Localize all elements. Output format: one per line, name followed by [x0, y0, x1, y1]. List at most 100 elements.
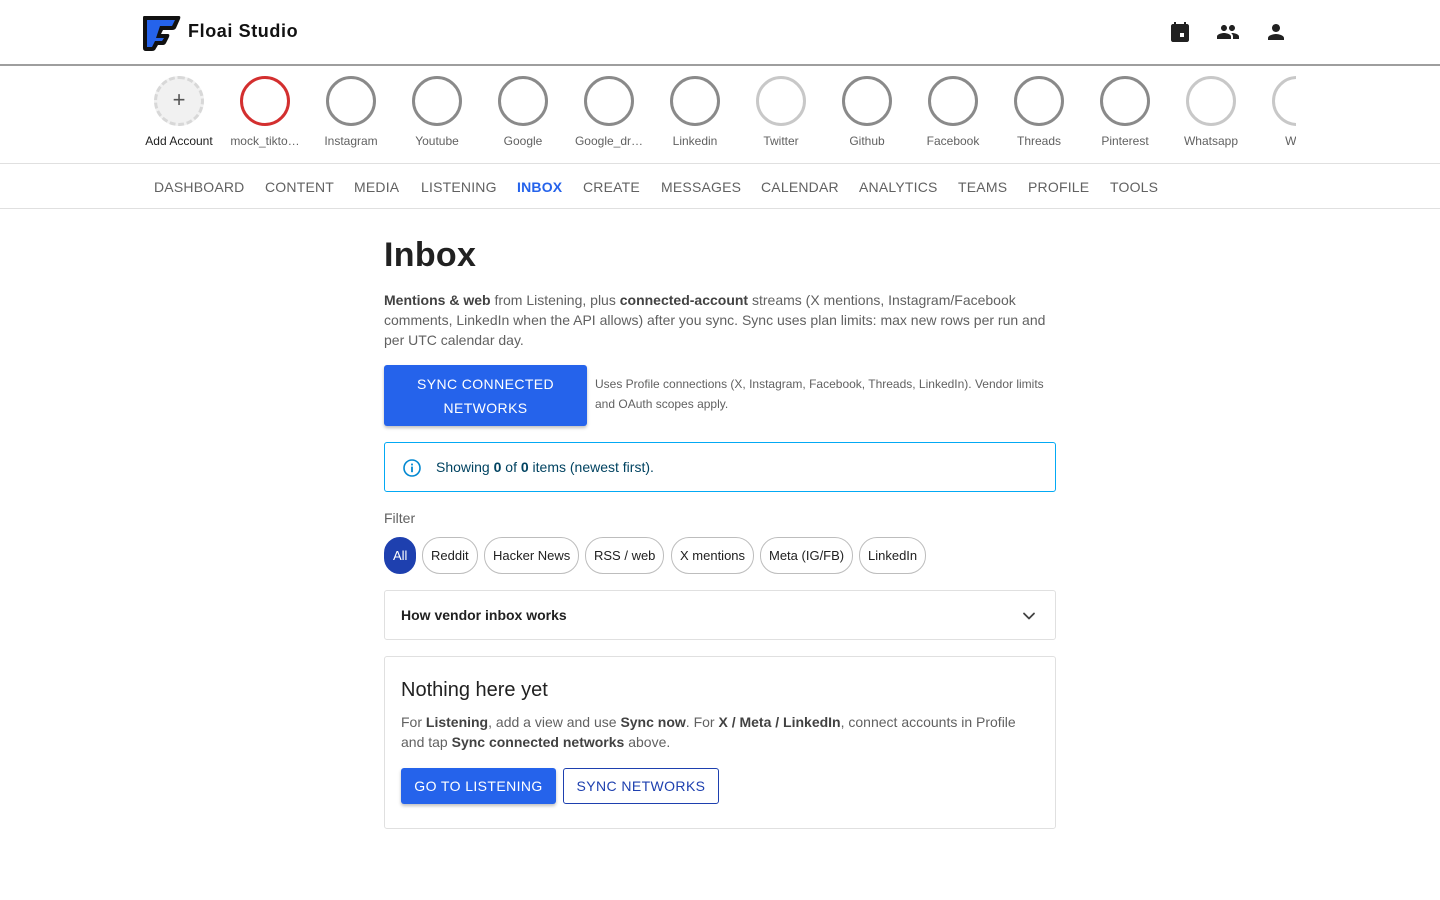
account-avatar[interactable] [240, 76, 290, 126]
account-mock-tiktok[interactable]: mock_tikto… [222, 76, 308, 148]
intro-bold-1: Mentions & web [384, 292, 491, 308]
nav-analytics[interactable]: ANALYTICS [859, 179, 938, 195]
nav-calendar[interactable]: CALENDAR [761, 179, 839, 195]
filter-chip-x-mentions[interactable]: X mentions [671, 537, 755, 574]
filter-chip-hacker-news[interactable]: Hacker News [484, 537, 580, 574]
empty-bold-2: Sync now [620, 714, 686, 730]
nav-tools[interactable]: TOOLS [1110, 179, 1158, 195]
nav-inbox[interactable]: INBOX [517, 179, 562, 195]
account-avatar[interactable] [326, 76, 376, 126]
sync-networks-button[interactable]: SYNC NETWORKS [563, 768, 719, 804]
empty-text-5: above. [624, 734, 671, 750]
go-to-listening-button[interactable]: GO TO LISTENING [401, 768, 556, 804]
account-avatar[interactable] [928, 76, 978, 126]
intro-bold-2: connected-account [619, 292, 749, 308]
account-label: Youtube [415, 134, 459, 148]
account-label: Threads [1016, 134, 1062, 148]
filter-chip-rss-web[interactable]: RSS / web [585, 537, 665, 574]
account-label: Add Account [145, 134, 213, 148]
account-label: Google [503, 134, 543, 148]
account-label: Whatsapp [1183, 134, 1239, 148]
accounts-strip: + Add Account mock_tikto… Instagram Yout… [0, 66, 1440, 164]
empty-state-text: For Listening, add a view and use Sync n… [401, 712, 1041, 752]
account-label: Google_dr… [574, 134, 644, 148]
filter-chip-meta[interactable]: Meta (IG/FB) [760, 537, 854, 574]
account-linkedin[interactable]: Linkedin [652, 76, 738, 148]
chevron-down-icon[interactable] [1021, 608, 1037, 624]
nav-media[interactable]: MEDIA [354, 179, 399, 195]
nav-content[interactable]: CONTENT [265, 179, 334, 195]
account-whatsapp[interactable]: Whatsapp [1168, 76, 1254, 148]
nav-teams[interactable]: TEAMS [958, 179, 1007, 195]
page-intro: Mentions & web from Listening, plus conn… [384, 290, 1056, 350]
account-label: Linkedin [672, 134, 718, 148]
main-nav: DASHBOARD CONTENT MEDIA LISTENING INBOX … [0, 164, 1440, 209]
account-avatar[interactable] [1014, 76, 1064, 126]
account-avatar[interactable] [584, 76, 634, 126]
add-account-button[interactable]: + Add Account [136, 76, 222, 148]
empty-text-2: , add a view and use [488, 714, 621, 730]
account-google-drive[interactable]: Google_dr… [566, 76, 652, 148]
account-avatar[interactable] [412, 76, 462, 126]
alert-suffix: items (newest first). [528, 459, 654, 475]
account-label: Wec [1285, 134, 1296, 148]
account-youtube[interactable]: Youtube [394, 76, 480, 148]
alert-mid: of [501, 459, 521, 475]
account-label: Twitter [763, 134, 799, 148]
info-icon [403, 459, 421, 477]
account-avatar[interactable] [498, 76, 548, 126]
alert-prefix: Showing [436, 459, 494, 475]
empty-bold-1: Listening [425, 714, 489, 730]
nav-create[interactable]: CREATE [583, 179, 640, 195]
items-count-text: Showing 0 of 0 items (newest first). [436, 459, 654, 475]
intro-text-1: from Listening, plus [490, 292, 620, 308]
account-google[interactable]: Google [480, 76, 566, 148]
people-icon[interactable] [1216, 20, 1240, 44]
person-icon[interactable] [1264, 20, 1288, 44]
floai-logo-icon[interactable] [141, 12, 182, 52]
filter-chip-linkedin[interactable]: LinkedIn [859, 537, 927, 574]
account-instagram[interactable]: Instagram [308, 76, 394, 148]
sync-connected-networks-button[interactable]: SYNC CONNECTED NETWORKS [384, 365, 587, 426]
account-avatar[interactable] [1272, 76, 1296, 126]
calendar-icon[interactable] [1168, 20, 1192, 44]
empty-state-title: Nothing here yet [401, 679, 548, 701]
nav-messages[interactable]: MESSAGES [661, 179, 741, 195]
empty-state-card: Nothing here yet For Listening, add a vi… [384, 656, 1056, 829]
page-title: Inbox [384, 236, 477, 274]
account-facebook[interactable]: Facebook [910, 76, 996, 148]
account-avatar[interactable] [1100, 76, 1150, 126]
nav-profile[interactable]: PROFILE [1028, 179, 1089, 195]
accounts-scroller[interactable]: + Add Account mock_tikto… Instagram Yout… [136, 66, 1296, 164]
account-threads[interactable]: Threads [996, 76, 1082, 148]
vendor-inbox-accordion[interactable]: How vendor inbox works [384, 590, 1056, 640]
account-label: Pinterest [1101, 134, 1149, 148]
nav-listening[interactable]: LISTENING [421, 179, 497, 195]
empty-text-3: . For [685, 714, 719, 730]
account-twitter[interactable]: Twitter [738, 76, 824, 148]
account-avatar[interactable] [756, 76, 806, 126]
account-avatar[interactable] [842, 76, 892, 126]
top-app-bar: Floai Studio [0, 0, 1440, 66]
empty-bold-4: Sync connected networks [451, 734, 625, 750]
account-avatar[interactable] [670, 76, 720, 126]
items-count-alert: Showing 0 of 0 items (newest first). [384, 442, 1056, 492]
account-label: mock_tikto… [230, 134, 300, 148]
account-label: Github [849, 134, 885, 148]
accordion-title: How vendor inbox works [401, 607, 567, 623]
add-account-circle[interactable]: + [154, 76, 204, 126]
plus-icon: + [172, 87, 186, 112]
filter-chip-all[interactable]: All [384, 537, 417, 574]
filter-label: Filter [384, 510, 416, 526]
empty-bold-3: X / Meta / LinkedIn [718, 714, 841, 730]
account-pinterest[interactable]: Pinterest [1082, 76, 1168, 148]
account-github[interactable]: Github [824, 76, 910, 148]
nav-dashboard[interactable]: DASHBOARD [154, 179, 244, 195]
account-avatar[interactable] [1186, 76, 1236, 126]
account-label: Instagram [324, 134, 378, 148]
total-count: 0 [520, 459, 529, 475]
empty-text-1: For [401, 714, 426, 730]
brand-name: Floai Studio [188, 21, 299, 41]
account-wechat[interactable]: Wec [1254, 76, 1296, 148]
filter-chip-reddit[interactable]: Reddit [422, 537, 478, 574]
